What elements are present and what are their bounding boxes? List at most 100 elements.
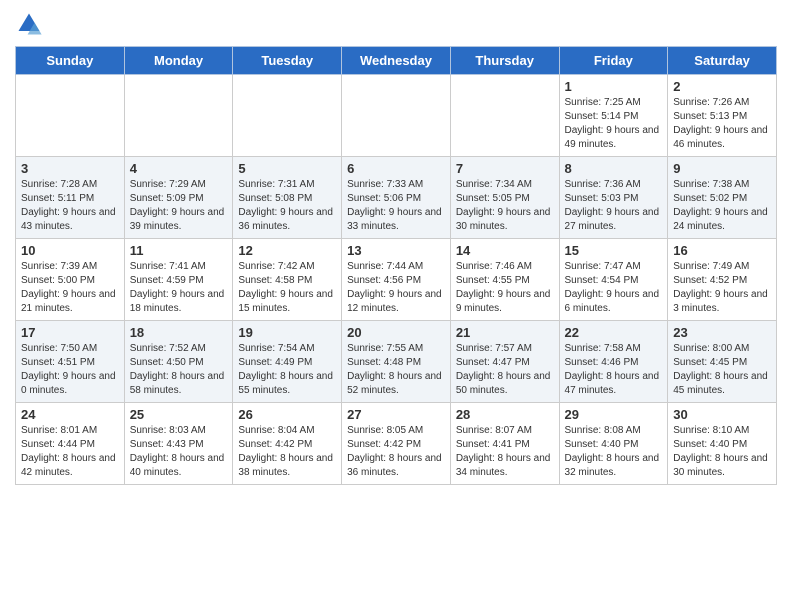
day-info: Sunrise: 7:49 AM Sunset: 4:52 PM Dayligh… <box>673 260 771 316</box>
day-number: 4 <box>130 161 228 176</box>
day-info: Sunrise: 8:00 AM Sunset: 4:45 PM Dayligh… <box>673 342 771 398</box>
calendar-cell: 18 Sunrise: 7:52 AM Sunset: 4:50 PM Dayli… <box>124 321 233 403</box>
day-number: 6 <box>347 161 445 176</box>
day-number: 21 <box>456 325 554 340</box>
calendar-cell: 29 Sunrise: 8:08 AM Sunset: 4:40 PM Dayli… <box>559 403 668 485</box>
calendar-cell: 17Sunrise: 7:50 AM Sunset: 4:51 PM Dayli… <box>16 321 125 403</box>
weekday-header-friday: Friday <box>559 47 668 75</box>
day-info: Sunrise: 7:41 AM Sunset: 4:59 PM Dayligh… <box>130 260 228 316</box>
day-number: 23 <box>673 325 771 340</box>
day-info: Sunrise: 7:47 AM Sunset: 4:54 PM Dayligh… <box>565 260 663 316</box>
day-number: 20 <box>347 325 445 340</box>
calendar-week-5: 24Sunrise: 8:01 AM Sunset: 4:44 PM Dayli… <box>16 403 777 485</box>
day-number: 16 <box>673 243 771 258</box>
calendar-cell: 7Sunrise: 7:34 AM Sunset: 5:05 PM Daylig… <box>450 157 559 239</box>
day-info: Sunrise: 8:07 AM Sunset: 4:41 PM Dayligh… <box>456 424 554 480</box>
day-info: Sunrise: 8:01 AM Sunset: 4:44 PM Dayligh… <box>21 424 119 480</box>
calendar-cell <box>342 75 451 157</box>
day-info: Sunrise: 7:26 AM Sunset: 5:13 PM Dayligh… <box>673 96 771 152</box>
day-info: Sunrise: 7:54 AM Sunset: 4:49 PM Dayligh… <box>238 342 336 398</box>
day-info: Sunrise: 7:57 AM Sunset: 4:47 PM Dayligh… <box>456 342 554 398</box>
calendar-cell: 3 Sunrise: 7:28 AM Sunset: 5:11 PM Daylig… <box>16 157 125 239</box>
weekday-header-thursday: Thursday <box>450 47 559 75</box>
day-info: Sunrise: 8:05 AM Sunset: 4:42 PM Dayligh… <box>347 424 445 480</box>
day-number: 30 <box>673 407 771 422</box>
day-info: Sunrise: 7:38 AM Sunset: 5:02 PM Dayligh… <box>673 178 771 234</box>
day-number: 1 <box>565 79 663 94</box>
calendar-table: SundayMondayTuesdayWednesdayThursdayFrid… <box>15 46 777 485</box>
day-number: 12 <box>238 243 336 258</box>
day-info: Sunrise: 7:52 AM Sunset: 4:50 PM Dayligh… <box>130 342 228 398</box>
calendar-cell <box>124 75 233 157</box>
calendar-cell <box>16 75 125 157</box>
day-number: 27 <box>347 407 445 422</box>
day-info: Sunrise: 7:58 AM Sunset: 4:46 PM Dayligh… <box>565 342 663 398</box>
day-info: Sunrise: 7:55 AM Sunset: 4:48 PM Dayligh… <box>347 342 445 398</box>
weekday-header-sunday: Sunday <box>16 47 125 75</box>
day-number: 5 <box>238 161 336 176</box>
calendar-cell: 26Sunrise: 8:04 AM Sunset: 4:42 PM Dayli… <box>233 403 342 485</box>
weekday-header-monday: Monday <box>124 47 233 75</box>
calendar-cell: 30Sunrise: 8:10 AM Sunset: 4:40 PM Dayli… <box>668 403 777 485</box>
day-info: Sunrise: 7:39 AM Sunset: 5:00 PM Dayligh… <box>21 260 119 316</box>
calendar-cell: 12Sunrise: 7:42 AM Sunset: 4:58 PM Dayli… <box>233 239 342 321</box>
calendar-cell: 16 Sunrise: 7:49 AM Sunset: 4:52 PM Dayli… <box>668 239 777 321</box>
calendar-cell: 25 Sunrise: 8:03 AM Sunset: 4:43 PM Dayli… <box>124 403 233 485</box>
day-number: 3 <box>21 161 119 176</box>
day-number: 13 <box>347 243 445 258</box>
day-info: Sunrise: 7:34 AM Sunset: 5:05 PM Dayligh… <box>456 178 554 234</box>
calendar-week-3: 10 Sunrise: 7:39 AM Sunset: 5:00 PM Dayli… <box>16 239 777 321</box>
calendar-cell: 8 Sunrise: 7:36 AM Sunset: 5:03 PM Daylig… <box>559 157 668 239</box>
day-number: 28 <box>456 407 554 422</box>
day-number: 22 <box>565 325 663 340</box>
logo <box>15 10 47 38</box>
day-info: Sunrise: 7:25 AM Sunset: 5:14 PM Dayligh… <box>565 96 663 152</box>
calendar-cell: 10 Sunrise: 7:39 AM Sunset: 5:00 PM Dayli… <box>16 239 125 321</box>
calendar-cell: 15 Sunrise: 7:47 AM Sunset: 4:54 PM Dayli… <box>559 239 668 321</box>
calendar-week-2: 3 Sunrise: 7:28 AM Sunset: 5:11 PM Daylig… <box>16 157 777 239</box>
day-number: 2 <box>673 79 771 94</box>
day-number: 29 <box>565 407 663 422</box>
calendar-cell: 22 Sunrise: 7:58 AM Sunset: 4:46 PM Dayli… <box>559 321 668 403</box>
day-info: Sunrise: 8:08 AM Sunset: 4:40 PM Dayligh… <box>565 424 663 480</box>
calendar-page: SundayMondayTuesdayWednesdayThursdayFrid… <box>0 0 792 495</box>
calendar-cell: 6 Sunrise: 7:33 AM Sunset: 5:06 PM Daylig… <box>342 157 451 239</box>
day-number: 25 <box>130 407 228 422</box>
weekday-header-tuesday: Tuesday <box>233 47 342 75</box>
calendar-cell: 20 Sunrise: 7:55 AM Sunset: 4:48 PM Dayli… <box>342 321 451 403</box>
day-number: 9 <box>673 161 771 176</box>
day-number: 10 <box>21 243 119 258</box>
calendar-cell: 27 Sunrise: 8:05 AM Sunset: 4:42 PM Dayli… <box>342 403 451 485</box>
day-info: Sunrise: 7:31 AM Sunset: 5:08 PM Dayligh… <box>238 178 336 234</box>
calendar-cell: 23 Sunrise: 8:00 AM Sunset: 4:45 PM Dayli… <box>668 321 777 403</box>
calendar-cell <box>450 75 559 157</box>
day-number: 8 <box>565 161 663 176</box>
day-info: Sunrise: 8:04 AM Sunset: 4:42 PM Dayligh… <box>238 424 336 480</box>
calendar-cell: 28 Sunrise: 8:07 AM Sunset: 4:41 PM Dayli… <box>450 403 559 485</box>
calendar-cell: 14 Sunrise: 7:46 AM Sunset: 4:55 PM Dayli… <box>450 239 559 321</box>
day-info: Sunrise: 7:50 AM Sunset: 4:51 PM Dayligh… <box>21 342 119 398</box>
day-info: Sunrise: 7:28 AM Sunset: 5:11 PM Dayligh… <box>21 178 119 234</box>
calendar-cell: 21 Sunrise: 7:57 AM Sunset: 4:47 PM Dayli… <box>450 321 559 403</box>
day-info: Sunrise: 8:03 AM Sunset: 4:43 PM Dayligh… <box>130 424 228 480</box>
weekday-header-row: SundayMondayTuesdayWednesdayThursdayFrid… <box>16 47 777 75</box>
calendar-cell: 24Sunrise: 8:01 AM Sunset: 4:44 PM Dayli… <box>16 403 125 485</box>
day-number: 14 <box>456 243 554 258</box>
day-info: Sunrise: 7:36 AM Sunset: 5:03 PM Dayligh… <box>565 178 663 234</box>
day-number: 15 <box>565 243 663 258</box>
weekday-header-wednesday: Wednesday <box>342 47 451 75</box>
calendar-cell: 19 Sunrise: 7:54 AM Sunset: 4:49 PM Dayli… <box>233 321 342 403</box>
day-number: 18 <box>130 325 228 340</box>
day-info: Sunrise: 7:33 AM Sunset: 5:06 PM Dayligh… <box>347 178 445 234</box>
calendar-cell: 9 Sunrise: 7:38 AM Sunset: 5:02 PM Daylig… <box>668 157 777 239</box>
day-info: Sunrise: 7:46 AM Sunset: 4:55 PM Dayligh… <box>456 260 554 316</box>
day-info: Sunrise: 7:29 AM Sunset: 5:09 PM Dayligh… <box>130 178 228 234</box>
calendar-cell: 11 Sunrise: 7:41 AM Sunset: 4:59 PM Dayli… <box>124 239 233 321</box>
calendar-cell: 4 Sunrise: 7:29 AM Sunset: 5:09 PM Daylig… <box>124 157 233 239</box>
calendar-cell: 2 Sunrise: 7:26 AM Sunset: 5:13 PM Daylig… <box>668 75 777 157</box>
day-number: 19 <box>238 325 336 340</box>
page-header <box>15 10 777 38</box>
day-info: Sunrise: 7:44 AM Sunset: 4:56 PM Dayligh… <box>347 260 445 316</box>
logo-icon <box>15 10 43 38</box>
day-number: 11 <box>130 243 228 258</box>
